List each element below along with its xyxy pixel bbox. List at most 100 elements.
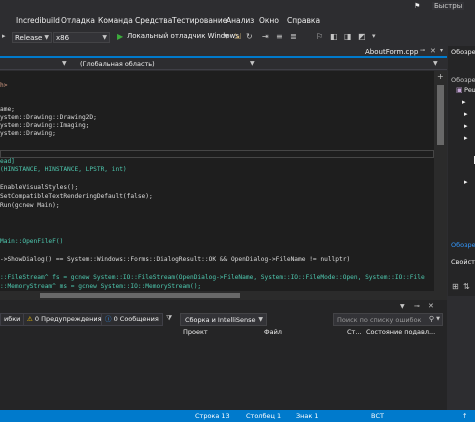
code-line: ::MemoryStream^ ms = gcnew System::IO::M… [0, 283, 202, 290]
pin-icon[interactable]: ⊸ [414, 302, 420, 310]
warnings-count-label: 0 Предупреждения [34, 315, 102, 323]
scope-combo[interactable]: (Глобальная область) [80, 60, 155, 68]
expand-icon[interactable]: ▸ [464, 110, 468, 118]
navigation-bar: ▼ (Глобальная область) ▼ ▼ [0, 58, 447, 70]
configuration-combo[interactable]: Release ▼ [12, 32, 52, 43]
search-placeholder: Поиск по списку ошибок [337, 316, 422, 324]
toolbar-more-icon[interactable]: ▾ [372, 32, 381, 41]
bookmark-next-icon[interactable]: ◨ [344, 32, 353, 41]
errors-filter-button[interactable]: ибки [0, 313, 25, 326]
status-column: Столбец 1 [246, 412, 282, 420]
toolbar-arrow-icon[interactable]: ▸ [2, 32, 11, 41]
code-line: h> [0, 82, 8, 89]
solution-item[interactable]: Реш [464, 86, 475, 94]
error-search-input[interactable]: Поиск по списку ошибок ⚲ ▼ [333, 313, 443, 326]
platform-combo[interactable]: x86 ▼ [53, 32, 110, 43]
attach-icon[interactable]: ⇲ [234, 32, 243, 41]
search-icon: ⚲ [428, 315, 434, 323]
chevron-down-icon[interactable]: ▼ [400, 303, 405, 310]
comment-icon[interactable]: ≣ [290, 32, 299, 41]
title-bar: ⚑ Быстры [0, 0, 475, 12]
close-icon[interactable]: ✕ [430, 47, 436, 55]
code-line: ead] [0, 158, 15, 165]
code-line: ::FileStream^ fs = gcnew System::IO::Fil… [0, 274, 425, 281]
start-debugger-button[interactable]: Локальный отладчик Windows [127, 32, 239, 40]
status-line: Строка 13 [195, 412, 230, 420]
flag-icon[interactable]: ⚑ [414, 2, 422, 10]
messages-filter-button[interactable]: ⓘ 0 Сообщения [101, 313, 163, 326]
categorized-icon[interactable]: ⊞ [452, 282, 459, 291]
configuration-value: Release [15, 34, 43, 42]
status-bar: Строка 13 Столбец 1 Знак 1 ВСТ ↑ [0, 410, 475, 422]
chevron-down-icon: ▼ [102, 34, 107, 41]
menu-item-analyze[interactable]: Анализ [226, 16, 254, 25]
code-line: ame; [0, 106, 15, 113]
solution-icon: ▣ [456, 86, 463, 94]
menu-item-team[interactable]: Команда [98, 16, 133, 25]
tab-list-icon[interactable]: ▾ [440, 47, 443, 54]
panel-tab-solution-explorer[interactable]: Обозре [451, 241, 475, 249]
chevron-down-icon: ▼ [44, 34, 49, 41]
chevron-down-icon[interactable]: ▼ [224, 33, 229, 40]
properties-title: Свойств [451, 258, 475, 266]
status-char: Знак 1 [296, 412, 319, 420]
explorer-search-label[interactable]: Обозре [451, 76, 475, 84]
chevron-down-icon[interactable]: ▼ [433, 60, 438, 67]
expand-icon[interactable]: ▸ [462, 98, 466, 106]
quick-launch-label[interactable]: Быстры [432, 2, 465, 10]
close-icon[interactable]: ✕ [428, 302, 434, 310]
platform-value: x86 [56, 34, 70, 42]
messages-count-label: 0 Сообщения [113, 315, 159, 323]
menu-item-help[interactable]: Справка [287, 16, 320, 25]
document-tab-row: AboutForm.cpp ⊸ ✕ ▾ [0, 46, 447, 58]
build-filter-combo[interactable]: Сборка и IntelliSense ▼ [180, 313, 267, 326]
toolbar: ▸ Release ▼ x86 ▼ ▶ Локальный отладчик W… [0, 30, 475, 44]
info-icon: ⓘ [105, 315, 112, 323]
scrollbar-thumb[interactable] [40, 293, 240, 298]
menu-item-incredibuild[interactable]: Incredibuild [16, 16, 60, 25]
code-line: Main::OpenFileF() [0, 238, 64, 245]
column-header-suppression[interactable]: Состояние подавл... [366, 328, 435, 336]
code-line: ystem::Drawing::Imaging; [0, 122, 90, 129]
panel-title: Обозре [451, 48, 475, 56]
pin-icon[interactable]: ⊸ [420, 47, 425, 54]
code-editor[interactable]: h> ame; ystem::Drawing::Drawing2D; ystem… [0, 71, 434, 291]
error-list-panel: ▼ ⊸ ✕ ибки ⚠ 0 Предупреждения ⓘ 0 Сообще… [0, 300, 447, 410]
bookmark-prev-icon[interactable]: ◧ [330, 32, 339, 41]
split-icon[interactable]: + [437, 72, 444, 81]
publish-icon[interactable]: ↑ [462, 412, 467, 420]
play-icon[interactable]: ▶ [117, 32, 126, 41]
filter-icon[interactable]: ⧩ [166, 314, 172, 323]
step-icon[interactable]: ⇥ [262, 32, 271, 41]
chevron-down-icon[interactable]: ▼ [250, 60, 255, 67]
code-line: ystem::Drawing::Drawing2D; [0, 114, 97, 121]
errors-count-label: ибки [4, 315, 21, 323]
menu-item-debug[interactable]: Отладка [61, 16, 95, 25]
code-line: ->ShowDialog() == System::Windows::Forms… [0, 256, 351, 263]
bookmark-icon[interactable]: ⚐ [316, 32, 325, 41]
column-header-file[interactable]: Файл [264, 328, 282, 336]
editor-vertical-scrollbar[interactable]: + [434, 71, 447, 300]
refresh-icon[interactable]: ↻ [246, 32, 255, 41]
menu-item-test[interactable]: Тестирование [172, 16, 227, 25]
column-header-line[interactable]: Ст... [347, 328, 362, 336]
tab-label: AboutForm.cpp [365, 48, 419, 56]
menu-bar: Incredibuild Отладка Команда Средства Те… [0, 12, 475, 30]
warnings-filter-button[interactable]: ⚠ 0 Предупреждения [23, 313, 106, 326]
current-line-highlight [0, 150, 434, 158]
alphabetical-icon[interactable]: ⇅ [463, 282, 470, 291]
solution-explorer-panel: Обозре Обозре ▣ Реш ▸ ▸ ▸ ▸ ▸ Обозре Сво… [448, 46, 475, 296]
column-header-project[interactable]: Проект [183, 328, 208, 336]
expand-icon[interactable]: ▸ [464, 178, 468, 186]
bookmark-clear-icon[interactable]: ◩ [358, 32, 367, 41]
expand-icon[interactable]: ▸ [464, 134, 468, 142]
expand-icon[interactable]: ▸ [464, 122, 468, 130]
chevron-down-icon[interactable]: ▼ [62, 60, 67, 67]
format-icon[interactable]: ≡ [276, 32, 285, 41]
menu-item-tools[interactable]: Средства [135, 16, 172, 25]
editor-horizontal-scrollbar[interactable] [0, 291, 434, 300]
scrollbar-thumb[interactable] [437, 85, 444, 145]
tab-aboutform-cpp[interactable]: AboutForm.cpp [362, 46, 421, 58]
menu-item-window[interactable]: Окно [259, 16, 279, 25]
code-line: (HINSTANCE, HINSTANCE, LPSTR, int) [0, 166, 127, 173]
